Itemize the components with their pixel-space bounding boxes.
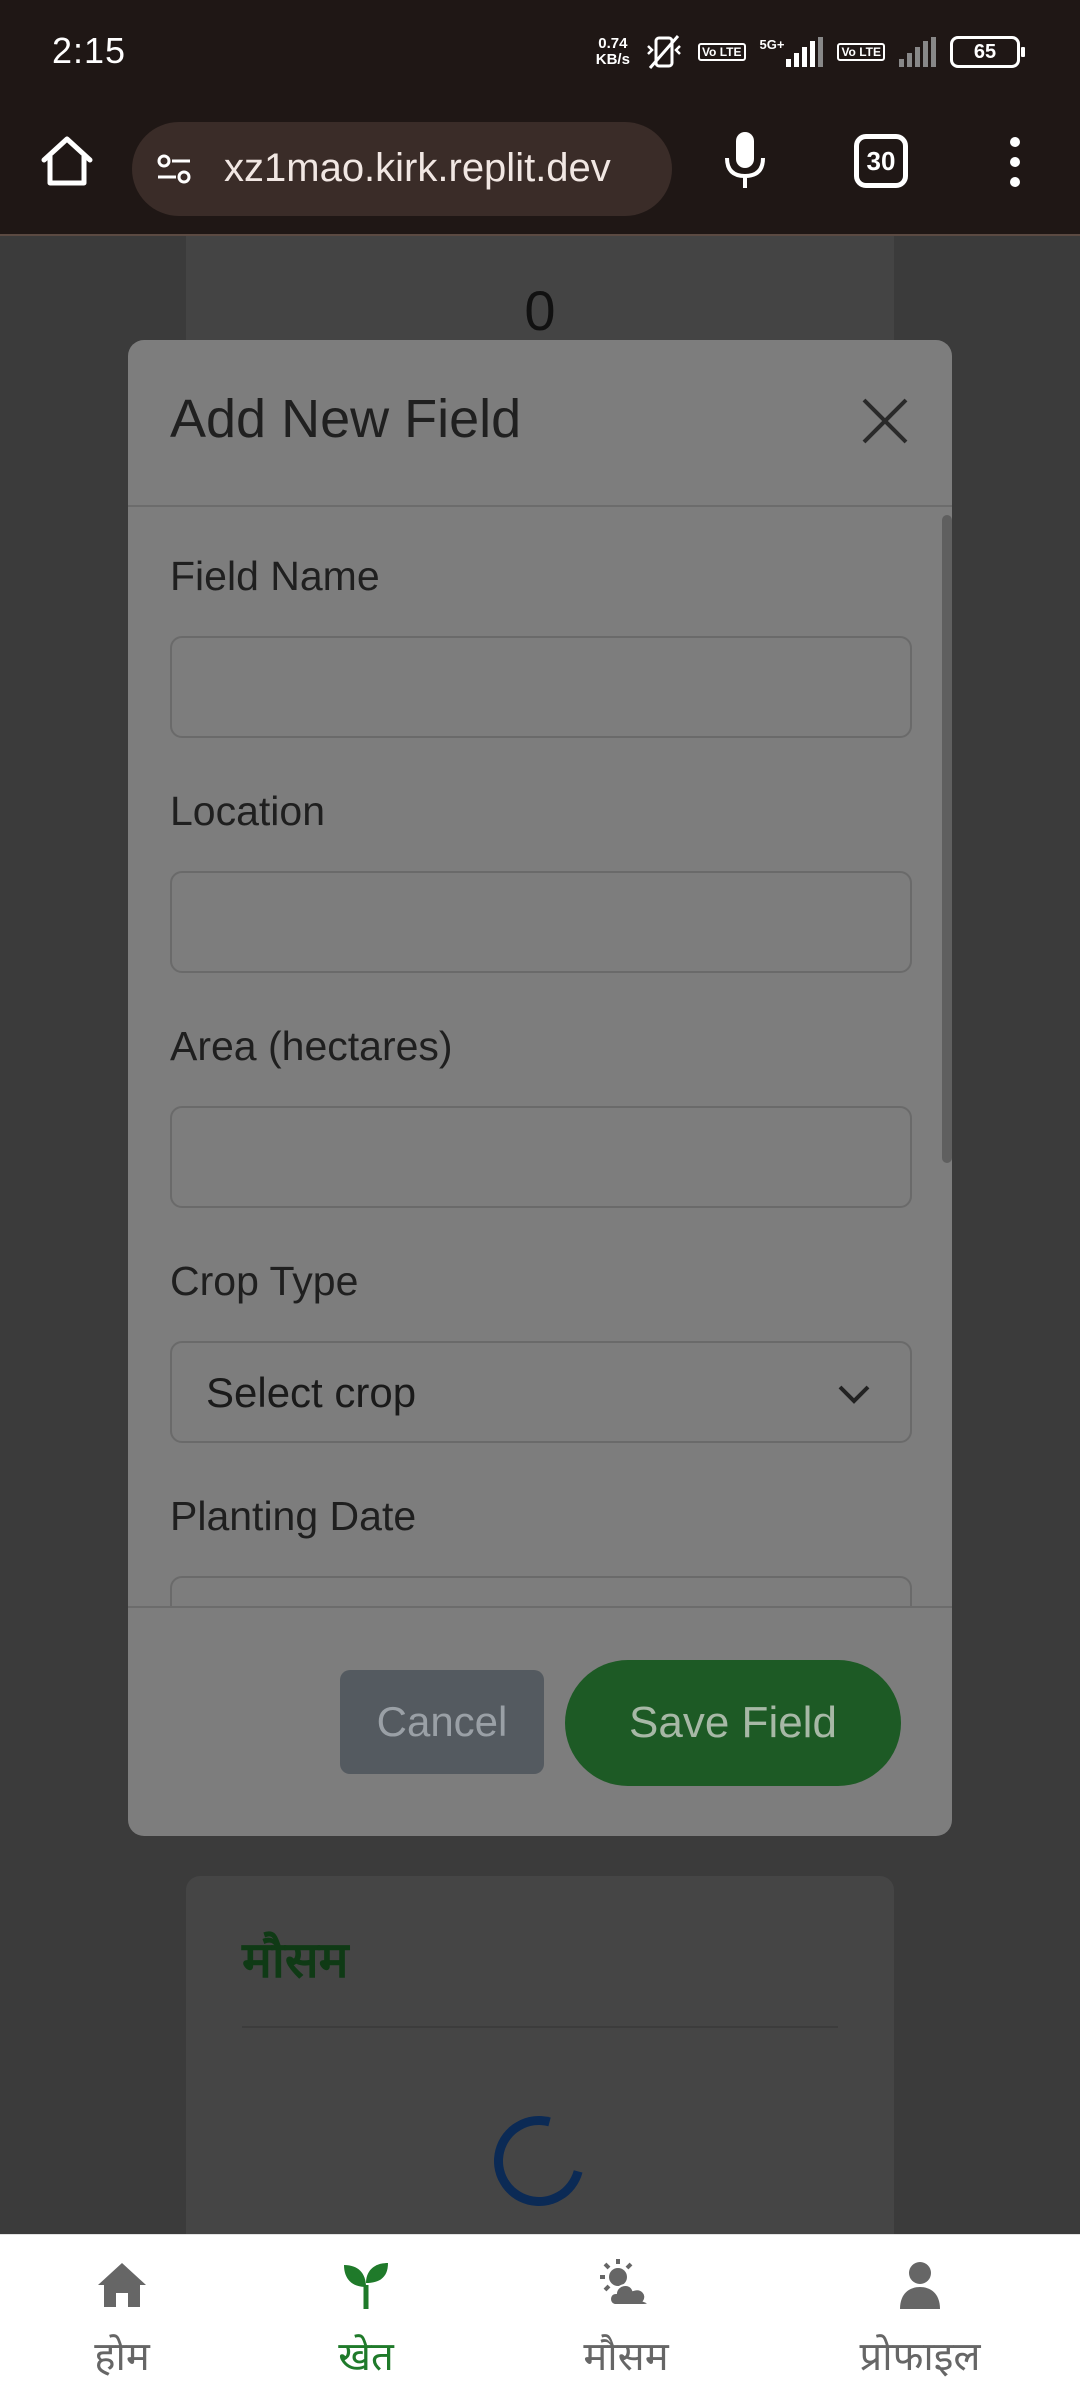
- field-name-label: Field Name: [170, 553, 380, 599]
- status-bar: 2:15 0.74 KB/s Vo LTE 5G+ Vo LTE 65: [0, 0, 1080, 104]
- nav-label-profile: प्रोफाइल: [859, 2335, 981, 2379]
- status-icons: 0.74 KB/s Vo LTE 5G+ Vo LTE 65: [595, 30, 1025, 74]
- bottom-nav: होम खेत मौसम प्रोफाइल: [0, 2234, 1080, 2400]
- weather-card: मौसम: [186, 1876, 894, 2276]
- cancel-button[interactable]: Cancel: [340, 1670, 544, 1774]
- site-settings-icon[interactable]: [154, 149, 194, 189]
- net-speed: 0.74 KB/s: [595, 35, 630, 68]
- profile-icon: [900, 2262, 940, 2309]
- more-options-icon[interactable]: [1000, 132, 1030, 192]
- signal-bars-2-icon: [899, 37, 936, 67]
- nav-item-fields[interactable]: खेत: [318, 2257, 414, 2382]
- nav-label-weather: मौसम: [583, 2335, 669, 2379]
- signal-bars-1-icon: [786, 37, 824, 67]
- home-icon: [98, 2263, 146, 2307]
- nav-item-home[interactable]: होम: [74, 2257, 170, 2382]
- browser-toolbar: xz1mao.kirk.replit.dev 30: [0, 104, 1080, 236]
- sprout-icon: [344, 2263, 388, 2309]
- chevron-down-icon: [838, 1385, 870, 1404]
- stats-card: 0: [186, 236, 894, 356]
- status-time: 2:15: [52, 30, 127, 71]
- loading-spinner-icon: [477, 2099, 601, 2223]
- nav-item-profile[interactable]: प्रोफाइल: [848, 2257, 992, 2382]
- modal-title: Add New Field: [170, 389, 522, 449]
- close-icon[interactable]: [860, 396, 910, 446]
- volte-badge-1: Vo LTE: [697, 43, 746, 61]
- address-bar[interactable]: xz1mao.kirk.replit.dev: [132, 122, 672, 216]
- planting-date-label: Planting Date: [170, 1493, 417, 1539]
- tab-switcher-button[interactable]: 30: [854, 134, 908, 188]
- volte-badge-2: Vo LTE: [837, 43, 885, 61]
- area-label: Area (hectares): [170, 1023, 453, 1069]
- url-text[interactable]: xz1mao.kirk.replit.dev: [224, 146, 664, 191]
- battery-icon: 65: [950, 36, 1025, 68]
- divider: [128, 1606, 952, 1608]
- vibrate-off-icon: [647, 35, 681, 69]
- nav-label-home: होम: [94, 2335, 150, 2379]
- planting-date-input[interactable]: [170, 1576, 912, 1607]
- crop-type-select[interactable]: Select crop: [170, 1341, 912, 1443]
- modal-body[interactable]: Field Name Location Area (hectares) Crop…: [128, 507, 952, 1607]
- nav-item-weather[interactable]: मौसम: [575, 2257, 677, 2382]
- weather-card-title: मौसम: [242, 1932, 349, 1988]
- divider: [242, 2026, 838, 2028]
- save-field-button[interactable]: Save Field: [565, 1660, 901, 1786]
- add-field-modal: Add New Field Field Name Location Area (…: [128, 340, 952, 1836]
- weather-icon: [600, 2259, 649, 2306]
- signal-1: 5G+: [760, 37, 824, 67]
- location-input[interactable]: [170, 871, 912, 973]
- area-input[interactable]: [170, 1106, 912, 1208]
- field-name-input[interactable]: [170, 636, 912, 738]
- stats-value: 0: [524, 279, 556, 342]
- home-button-icon[interactable]: [38, 132, 96, 190]
- location-label: Location: [170, 788, 326, 834]
- scrollbar[interactable]: [942, 515, 952, 1163]
- crop-type-label: Crop Type: [170, 1258, 359, 1304]
- mic-icon[interactable]: [720, 130, 770, 192]
- crop-type-selected: Select crop: [206, 1369, 417, 1416]
- nav-label-fields: खेत: [338, 2335, 394, 2379]
